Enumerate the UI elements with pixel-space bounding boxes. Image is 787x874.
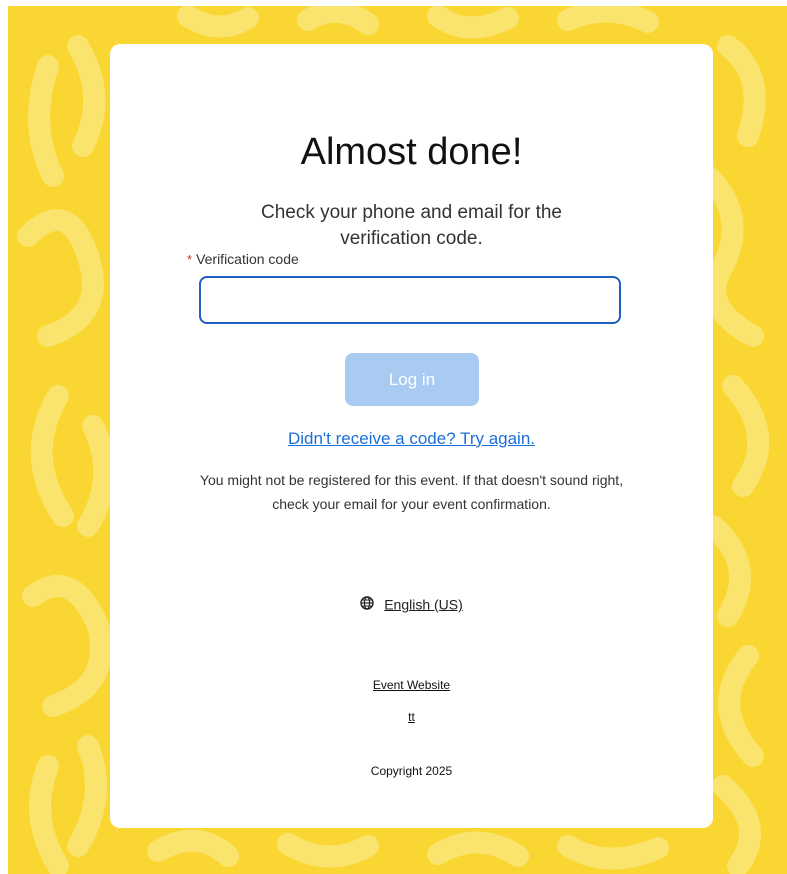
event-website-link[interactable]: Event Website: [110, 678, 713, 692]
verification-code-input[interactable]: [199, 276, 621, 324]
page-subtitle: Check your phone and email for the verif…: [260, 202, 562, 249]
extra-footer-link[interactable]: tt: [110, 710, 713, 724]
globe-icon: [360, 596, 374, 613]
verification-code-label: * Verification code: [187, 251, 299, 267]
required-marker: *: [187, 252, 193, 267]
log-in-button[interactable]: Log in: [345, 353, 479, 406]
resend-code-link[interactable]: Didn't receive a code? Try again.: [110, 429, 713, 449]
page-title: Almost done!: [300, 131, 523, 173]
registration-notice: You might not be registered for this eve…: [199, 472, 624, 512]
language-selector[interactable]: English (US): [110, 595, 713, 613]
language-link[interactable]: English (US): [384, 596, 463, 612]
login-card: Almost done! Check your phone and email …: [110, 44, 713, 828]
copyright-text: Copyright 2025: [370, 764, 453, 778]
verification-code-label-text: Verification code: [196, 251, 299, 267]
